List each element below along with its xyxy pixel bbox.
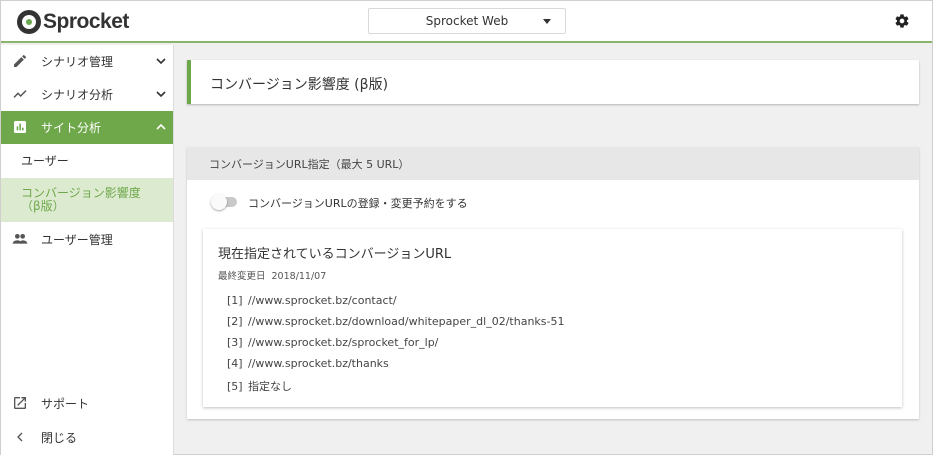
external-link-icon bbox=[14, 397, 26, 409]
url-value: //www.sprocket.bz/download/whitepaper_dl… bbox=[248, 315, 565, 328]
current-urls-card: 現在指定されているコンバージョンURL 最終変更日 2018/11/07 [1] /… bbox=[203, 229, 902, 407]
reservation-toggle[interactable] bbox=[211, 194, 237, 210]
reservation-toggle-label: コンバージョンURLの登録・変更予約をする bbox=[248, 197, 468, 210]
people-icon bbox=[12, 234, 28, 244]
chevron-down-icon bbox=[156, 58, 166, 65]
gear-icon[interactable] bbox=[894, 13, 910, 29]
sidebar-subitem-conversion-impact[interactable]: コンバージョン影響度 （β版） bbox=[1, 178, 173, 222]
sprocket-logo-icon bbox=[17, 10, 41, 34]
sidebar-item-user-management[interactable]: ユーザー管理 bbox=[1, 223, 173, 255]
url-value: 指定なし bbox=[248, 380, 292, 393]
url-list-item: [5] 指定なし bbox=[227, 378, 292, 394]
panel-heading-text: コンバージョンURL指定（最大 5 URL） bbox=[209, 157, 410, 171]
last-updated-label: 最終変更日 bbox=[218, 271, 266, 282]
chevron-down-icon bbox=[156, 91, 166, 98]
url-list-item: [3] //www.sprocket.bz/sprocket_for_lp/ bbox=[227, 336, 438, 349]
chevron-up-icon bbox=[156, 123, 166, 130]
sidebar: シナリオ管理 シナリオ分析 サイト分析 ユーザー コンバージョン影響度 （β版） bbox=[1, 45, 174, 455]
sidebar-item-scenario-analysis[interactable]: シナリオ分析 bbox=[1, 78, 173, 110]
caret-down-icon bbox=[543, 19, 551, 24]
sidebar-item-support[interactable]: サポート bbox=[1, 387, 173, 419]
page-title-card: コンバージョン影響度 (β版) bbox=[187, 60, 919, 104]
chevron-left-icon bbox=[17, 432, 23, 442]
url-index: [3] bbox=[227, 336, 243, 349]
sidebar-item-label: 閉じる bbox=[41, 430, 78, 445]
sidebar-subitem-label: コンバージョン影響度 （β版） bbox=[21, 186, 141, 213]
sprocket-logo[interactable]: Sprocket bbox=[17, 9, 129, 35]
sidebar-item-site-analysis[interactable]: サイト分析 bbox=[1, 111, 173, 144]
project-select-value: Sprocket Web bbox=[425, 14, 509, 28]
url-index: [5] bbox=[227, 380, 243, 393]
url-index: [4] bbox=[227, 357, 243, 370]
url-list-item: [4] //www.sprocket.bz/thanks bbox=[227, 357, 389, 370]
pencil-icon bbox=[14, 54, 27, 67]
url-value: //www.sprocket.bz/thanks bbox=[248, 357, 389, 370]
url-index: [2] bbox=[227, 315, 243, 328]
sidebar-item-label: サポート bbox=[41, 396, 90, 411]
sidebar-subitem-users[interactable]: ユーザー bbox=[1, 144, 173, 178]
app-header: Sprocket Sprocket Web bbox=[1, 1, 932, 43]
current-urls-title: 現在指定されているコンバージョンURL bbox=[218, 247, 452, 262]
url-list-item: [1] //www.sprocket.bz/contact/ bbox=[227, 294, 397, 307]
url-value: //www.sprocket.bz/sprocket_for_lp/ bbox=[248, 336, 439, 349]
url-list-item: [2] //www.sprocket.bz/download/whitepaper… bbox=[227, 315, 564, 328]
project-select[interactable]: Sprocket Web bbox=[368, 8, 566, 34]
sidebar-item-label: シナリオ管理 bbox=[41, 54, 114, 69]
sidebar-item-label: シナリオ分析 bbox=[41, 87, 114, 102]
sidebar-item-close[interactable]: 閉じる bbox=[1, 421, 173, 453]
last-updated-date: 2018/11/07 bbox=[271, 271, 327, 282]
sidebar-item-label: ユーザー管理 bbox=[41, 232, 113, 247]
url-index: [1] bbox=[227, 294, 243, 307]
bar-chart-icon bbox=[14, 121, 26, 133]
last-updated: 最終変更日 2018/11/07 bbox=[218, 268, 326, 282]
conversion-url-panel: コンバージョンURL指定（最大 5 URL） コンバージョンURLの登録・変更予… bbox=[187, 147, 919, 419]
url-value: //www.sprocket.bz/contact/ bbox=[248, 294, 397, 307]
toggle-knob bbox=[211, 194, 227, 210]
panel-heading: コンバージョンURL指定（最大 5 URL） bbox=[187, 147, 919, 180]
sidebar-subitem-label: ユーザー bbox=[21, 154, 69, 168]
sidebar-item-label: サイト分析 bbox=[41, 121, 102, 135]
logo-text: Sprocket bbox=[43, 10, 129, 33]
page-title: コンバージョン影響度 (β版) bbox=[210, 77, 389, 93]
trending-up-icon bbox=[13, 90, 27, 98]
sidebar-item-scenario-management[interactable]: シナリオ管理 bbox=[1, 45, 173, 77]
